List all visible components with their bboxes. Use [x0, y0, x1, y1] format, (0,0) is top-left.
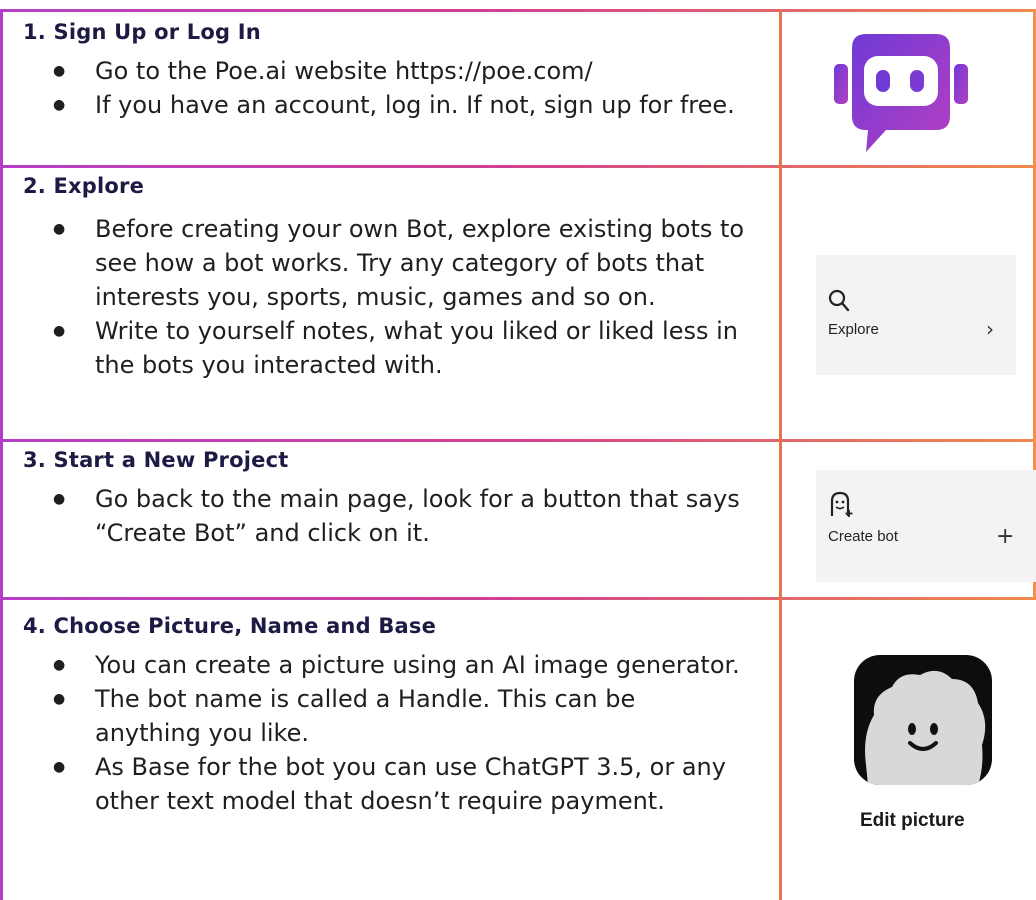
- list-item: If you have an account, log in. If not, …: [3, 88, 745, 122]
- section-3-heading: 3. Start a New Project: [23, 448, 289, 472]
- section-4-image: Edit picture: [782, 600, 1033, 900]
- explore-nav-item[interactable]: Explore ›: [816, 255, 1016, 375]
- list-item: The bot name is called a Handle. This ca…: [3, 682, 745, 750]
- plus-icon: +: [996, 524, 1015, 549]
- section-3-image: Create bot +: [782, 442, 1036, 597]
- section-1-heading: 1. Sign Up or Log In: [23, 20, 261, 44]
- section-3-text: 3. Start a New Project Go back to the ma…: [3, 442, 779, 597]
- list-item: Write to yourself notes, what you liked …: [3, 314, 745, 382]
- section-3-list: Go back to the main page, look for a but…: [3, 482, 745, 550]
- explore-label: Explore: [828, 321, 879, 338]
- create-bot-label: Create bot: [828, 528, 899, 545]
- section-1-list: Go to the Poe.ai website https://poe.com…: [3, 54, 745, 122]
- section-2-heading: 2. Explore: [23, 174, 145, 198]
- search-icon: [828, 289, 850, 312]
- section-2-text: 2. Explore Before creating your own Bot,…: [3, 168, 779, 439]
- poe-logo-icon: [834, 34, 968, 152]
- list-item: You can create a picture using an AI ima…: [3, 648, 745, 682]
- edit-picture-button[interactable]: Edit picture: [860, 810, 965, 832]
- avatar-icon[interactable]: [854, 655, 992, 785]
- chevron-right-icon: ›: [986, 317, 994, 341]
- list-item: As Base for the bot you can use ChatGPT …: [3, 750, 745, 818]
- section-1-image: [782, 12, 1033, 165]
- list-item: Before creating your own Bot, explore ex…: [3, 212, 745, 314]
- section-4-text: 4. Choose Picture, Name and Base You can…: [3, 600, 779, 900]
- create-bot-icon: [830, 491, 853, 517]
- list-item: Go back to the main page, look for a but…: [3, 482, 745, 550]
- section-4-heading: 4. Choose Picture, Name and Base: [23, 614, 437, 638]
- create-bot-button[interactable]: Create bot +: [816, 470, 1036, 582]
- section-1-text: 1. Sign Up or Log In Go to the Poe.ai we…: [3, 12, 779, 165]
- section-2-list: Before creating your own Bot, explore ex…: [3, 212, 745, 382]
- avatar-face: [865, 670, 986, 785]
- section-2-image: Explore ›: [782, 168, 1033, 439]
- section-4-list: You can create a picture using an AI ima…: [3, 648, 745, 818]
- list-item: Go to the Poe.ai website https://poe.com…: [3, 54, 745, 88]
